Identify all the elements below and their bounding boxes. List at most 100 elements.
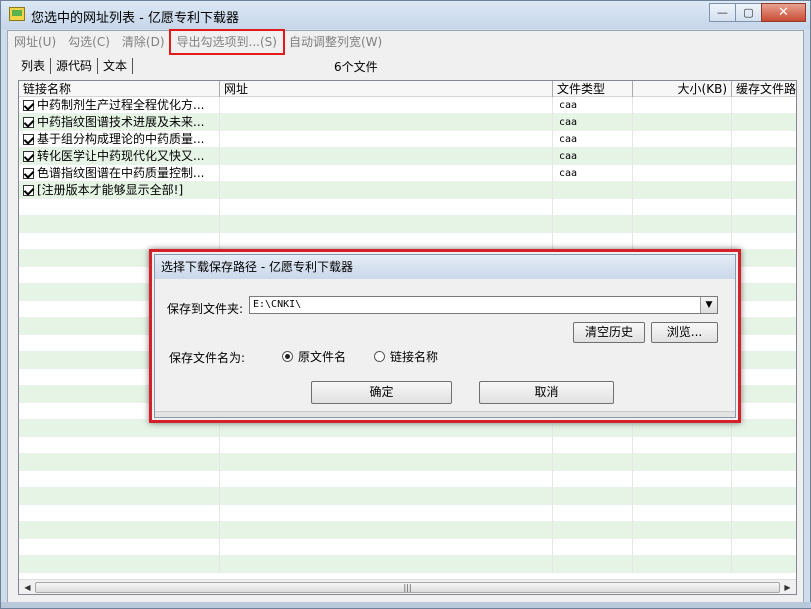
empty-cell	[553, 216, 633, 233]
cell-size	[633, 165, 732, 182]
cell-url	[220, 114, 553, 131]
column-header-name[interactable]: 链接名称	[19, 81, 220, 97]
radio-original-label: 原文件名	[298, 350, 347, 364]
save-folder-value: E:\CNKI\	[253, 299, 302, 310]
empty-cell	[553, 522, 633, 539]
empty-cell	[633, 454, 732, 471]
cancel-button[interactable]: 取消	[479, 381, 614, 404]
empty-cell	[732, 199, 796, 216]
cell-type: caa	[553, 131, 633, 148]
column-header-type[interactable]: 文件类型	[553, 81, 633, 97]
cell-cache	[732, 148, 796, 165]
radio-original-filename[interactable]: 原文件名	[282, 348, 346, 365]
close-button[interactable]: ✕	[761, 3, 806, 22]
empty-cell	[19, 199, 220, 216]
empty-row	[19, 454, 796, 471]
menu-check[interactable]: 勾选(C)	[62, 31, 116, 53]
table-row[interactable]: 中药制剂生产过程全程优化方... caa	[19, 97, 796, 114]
cell-url	[220, 131, 553, 148]
window-controls: — ▢ ✕	[709, 3, 806, 23]
horizontal-scrollbar[interactable]: ◀ ||| ▶	[19, 579, 796, 594]
cell-cache	[732, 165, 796, 182]
empty-row	[19, 471, 796, 488]
empty-row	[19, 199, 796, 216]
chevron-down-icon[interactable]: ▼	[700, 297, 717, 313]
empty-row	[19, 216, 796, 233]
table-row[interactable]: 中药指纹图谱技术进展及未来... caa	[19, 114, 796, 131]
table-row[interactable]: 转化医学让中药现代化又快又... caa	[19, 148, 796, 165]
cell-size	[633, 131, 732, 148]
cell-type: caa	[553, 148, 633, 165]
empty-cell	[732, 505, 796, 522]
dialog-bottom-strip	[155, 411, 735, 417]
row-checkbox[interactable]	[23, 134, 34, 145]
browse-button[interactable]: 浏览...	[651, 322, 718, 343]
scroll-left-icon[interactable]: ◀	[21, 582, 34, 593]
main-window: 您选中的网址列表 - 亿愿专利下载器 — ▢ ✕ 网址(U) 勾选(C) 清除(…	[0, 0, 811, 609]
menu-auto-column-width[interactable]: 自动调整列宽(W)	[283, 31, 388, 53]
empty-row	[19, 505, 796, 522]
row-checkbox[interactable]	[23, 185, 34, 196]
ok-button[interactable]: 确定	[311, 381, 452, 404]
empty-cell	[633, 437, 732, 454]
cell-url	[220, 165, 553, 182]
empty-cell	[732, 267, 796, 284]
empty-cell	[19, 454, 220, 471]
empty-cell	[19, 539, 220, 556]
empty-cell	[633, 505, 732, 522]
menu-clear[interactable]: 清除(D)	[116, 31, 171, 53]
tab-list[interactable]: 列表	[16, 58, 52, 74]
empty-cell	[732, 369, 796, 386]
radio-unselected-icon[interactable]	[374, 351, 385, 362]
maximize-button[interactable]: ▢	[735, 3, 762, 22]
cell-name: 色谱指纹图谱在中药质量控制...	[19, 165, 220, 182]
empty-cell	[732, 556, 796, 573]
clear-history-button[interactable]: 清空历史	[573, 322, 645, 343]
empty-cell	[732, 318, 796, 335]
radio-link-name[interactable]: 链接名称	[374, 348, 438, 365]
row-link-name: 色谱指纹图谱在中药质量控制...	[37, 166, 205, 180]
table-row[interactable]: 色谱指纹图谱在中药质量控制... caa	[19, 165, 796, 182]
save-folder-label: 保存到文件夹:	[167, 302, 244, 316]
empty-cell	[19, 556, 220, 573]
scroll-right-icon[interactable]: ▶	[781, 582, 794, 593]
empty-cell	[732, 539, 796, 556]
empty-cell	[553, 437, 633, 454]
minimize-button[interactable]: —	[709, 3, 736, 22]
row-checkbox[interactable]	[23, 151, 34, 162]
radio-selected-icon[interactable]	[282, 351, 293, 362]
dialog-title[interactable]: 选择下载保存路径 - 亿愿专利下载器	[155, 255, 735, 279]
empty-cell	[220, 556, 553, 573]
empty-cell	[732, 233, 796, 250]
column-header-size[interactable]: 大小(KB)	[633, 81, 732, 97]
app-icon	[9, 7, 25, 21]
tab-text[interactable]: 文本	[98, 58, 134, 74]
empty-cell	[220, 522, 553, 539]
empty-cell	[732, 403, 796, 420]
cell-type	[553, 182, 633, 199]
save-folder-combobox[interactable]: E:\CNKI\ ▼	[249, 296, 718, 314]
column-header-cache[interactable]: 缓存文件路径	[732, 81, 796, 97]
empty-cell	[633, 522, 732, 539]
tab-source[interactable]: 源代码	[51, 58, 99, 74]
empty-cell	[19, 216, 220, 233]
table-row[interactable]: 基于组分构成理论的中药质量... caa	[19, 131, 796, 148]
row-checkbox[interactable]	[23, 168, 34, 179]
table-row[interactable]: [注册版本才能够显示全部!]	[19, 182, 796, 199]
menu-export-checked[interactable]: 导出勾选项到...(S)	[168, 29, 285, 55]
empty-cell	[220, 216, 553, 233]
title-bar[interactable]: 您选中的网址列表 - 亿愿专利下载器 — ▢ ✕	[1, 1, 810, 29]
scroll-thumb[interactable]: |||	[35, 582, 780, 593]
empty-cell	[553, 471, 633, 488]
empty-cell	[732, 301, 796, 318]
column-header-url[interactable]: 网址	[220, 81, 553, 97]
menu-url[interactable]: 网址(U)	[8, 31, 62, 53]
row-link-name: 中药制剂生产过程全程优化方...	[37, 98, 205, 112]
cell-url	[220, 182, 553, 199]
empty-cell	[220, 488, 553, 505]
empty-cell	[553, 539, 633, 556]
row-checkbox[interactable]	[23, 100, 34, 111]
empty-cell	[19, 233, 220, 250]
row-checkbox[interactable]	[23, 117, 34, 128]
empty-cell	[553, 199, 633, 216]
